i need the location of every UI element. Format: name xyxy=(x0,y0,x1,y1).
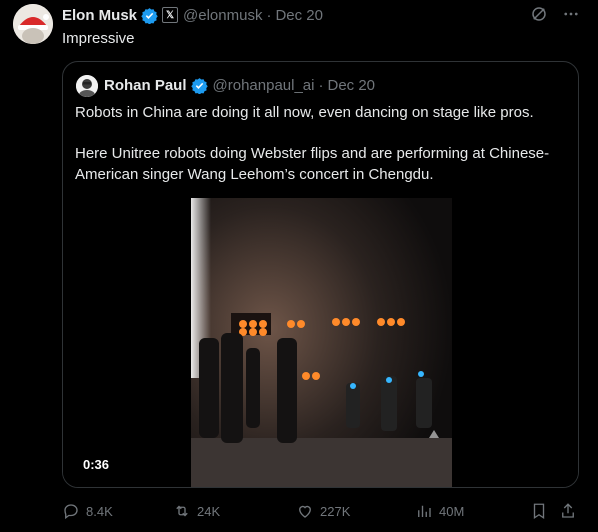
grok-icon[interactable] xyxy=(530,5,548,28)
like-count: 227K xyxy=(320,503,351,519)
repost-button[interactable]: 24K xyxy=(173,500,220,522)
views-button[interactable]: 40M xyxy=(415,500,464,522)
video-frame[interactable] xyxy=(191,198,452,487)
quoted-author-name[interactable]: Rohan Paul xyxy=(104,77,187,94)
tweet-text: Impressive xyxy=(62,30,135,47)
video-duration: 0:36 xyxy=(83,457,110,472)
x-affiliate-badge-icon: 𝕏 xyxy=(162,7,179,23)
author-handle[interactable]: @elonmusk xyxy=(183,7,262,24)
views-count: 40M xyxy=(439,503,465,519)
tweet-actions-bar: 8.4K 24K 227K 40M xyxy=(62,500,578,522)
quoted-tweet-header: Rohan Paul @rohanpaul_ai · Dec 20 xyxy=(104,77,375,94)
video-player[interactable]: 0:36 xyxy=(63,195,578,487)
share-button[interactable] xyxy=(559,500,577,522)
tweet-header: Elon Musk 𝕏 @elonmusk · Dec 20 xyxy=(62,5,323,25)
quoted-author-avatar[interactable] xyxy=(76,75,98,97)
views-chart-icon xyxy=(418,505,431,517)
quoted-paragraph-2: Here Unitree robots doing Webster flips … xyxy=(75,145,550,183)
tweet-date[interactable]: Dec 20 xyxy=(275,7,323,24)
more-options-icon[interactable] xyxy=(562,5,580,28)
concert-scene-image xyxy=(191,198,452,487)
quoted-author-handle[interactable]: @rohanpaul_ai xyxy=(213,77,315,94)
tweet-top-actions xyxy=(530,5,580,28)
quoted-tweet-text: Robots in China are doing it all now, ev… xyxy=(75,102,570,185)
bookmark-icon xyxy=(533,503,545,520)
quoted-tweet[interactable]: Rohan Paul @rohanpaul_ai · Dec 20 Robots… xyxy=(62,61,579,488)
author-avatar[interactable] xyxy=(13,4,53,44)
bookmark-button[interactable] xyxy=(530,500,548,522)
heart-icon xyxy=(299,505,311,518)
share-icon xyxy=(562,503,574,518)
reply-icon xyxy=(64,504,78,520)
repost-count: 24K xyxy=(197,503,221,519)
separator-dot: · xyxy=(266,6,272,24)
reply-button[interactable]: 8.4K xyxy=(62,500,113,522)
separator-dot: · xyxy=(318,77,324,94)
quoted-tweet-date[interactable]: Dec 20 xyxy=(327,77,375,94)
verified-badge-icon xyxy=(141,7,158,24)
verified-badge-icon xyxy=(190,77,208,94)
reply-count: 8.4K xyxy=(86,503,113,519)
quoted-paragraph-1: Robots in China are doing it all now, ev… xyxy=(75,104,534,121)
like-button[interactable]: 227K xyxy=(296,500,350,522)
author-name[interactable]: Elon Musk xyxy=(62,7,137,24)
repost-icon xyxy=(176,505,188,517)
